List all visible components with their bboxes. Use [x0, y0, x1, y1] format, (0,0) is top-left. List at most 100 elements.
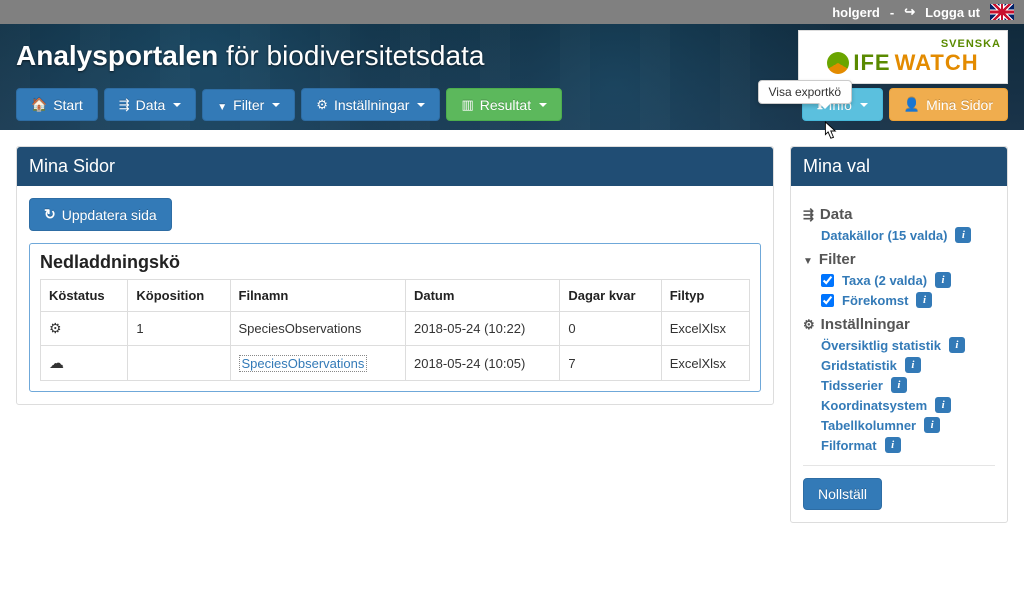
main-panel-body: Uppdatera sida Nedladdningskö Köstatus K… [17, 186, 773, 404]
list-item-label[interactable]: Tidsserier [821, 378, 883, 393]
list-item: Tidsserier i [821, 377, 995, 393]
queue-panel: Nedladdningskö Köstatus Köposition Filna… [29, 243, 761, 392]
sidebar: Mina val Data Datakällor (15 valda)i Fil… [790, 146, 1008, 535]
list-item: Översiktlig statistik i [821, 337, 995, 353]
info-badge-icon[interactable]: i [955, 227, 971, 243]
info-badge-icon[interactable]: i [916, 292, 932, 308]
cell-filename: SpeciesObservations [230, 346, 405, 381]
data-list: Datakällor (15 valda) i [803, 227, 995, 243]
info-badge-icon[interactable]: i [949, 337, 965, 353]
cogs-icon [803, 316, 815, 333]
section-filter: Filter [803, 251, 995, 268]
topbar: holgerd - Logga ut [0, 0, 1024, 24]
nav-start[interactable]: Start [16, 88, 98, 121]
section-data: Data [803, 206, 995, 223]
flag-icon-uk[interactable] [990, 4, 1014, 20]
list-item: Tabellkolumner i [821, 417, 995, 433]
list-item-label[interactable]: Tabellkolumner [821, 418, 916, 433]
section-data-label: Data [820, 206, 853, 223]
nav-result-label: Resultat [480, 97, 531, 113]
section-settings-label: Inställningar [821, 316, 910, 333]
list-item-label[interactable]: Datakällor (15 valda) [821, 228, 947, 243]
nav-filter-label: Filter [233, 97, 264, 113]
nav-result[interactable]: Resultat [446, 88, 562, 121]
list-item-label[interactable]: Översiktlig statistik [821, 338, 941, 353]
table-row: SpeciesObservations 2018-05-24 (10:05)7Ex… [41, 346, 750, 381]
nav-filter[interactable]: Filter [202, 89, 295, 121]
sitemap-icon [119, 96, 130, 113]
checkbox[interactable] [821, 294, 834, 307]
info-badge-icon[interactable]: i [905, 357, 921, 373]
gear-icon [49, 320, 62, 337]
list-item: Filformat i [821, 437, 995, 453]
filter-icon [803, 251, 813, 268]
caret-icon [417, 103, 425, 107]
cell-position [128, 346, 230, 381]
list-item: Gridstatistik i [821, 357, 995, 373]
refresh-icon [44, 206, 56, 223]
logo-swirl-icon [827, 52, 849, 74]
cell-filetype: ExcelXlsx [661, 346, 749, 381]
main-panel: Mina Sidor Uppdatera sida Nedladdningskö… [16, 146, 774, 405]
info-badge-icon[interactable]: i [885, 437, 901, 453]
filter-list: Taxa (2 valda) i Förekomst i [803, 272, 995, 308]
checkbox[interactable] [821, 274, 834, 287]
list-item-label[interactable]: Förekomst [842, 293, 908, 308]
nav-settings-label: Inställningar [334, 97, 410, 113]
queue-table: Köstatus Köposition Filnamn Datum Dagar … [40, 279, 750, 381]
tooltip-export-queue: Visa exportkö [758, 80, 853, 104]
caret-icon [173, 103, 181, 107]
nav-settings[interactable]: Inställningar [301, 88, 440, 121]
section-filter-label: Filter [819, 251, 856, 268]
nav-data-label: Data [136, 97, 166, 113]
reset-button[interactable]: Nollställ [803, 478, 882, 510]
logout-link[interactable]: Logga ut [925, 5, 980, 20]
main-column: Mina Sidor Uppdatera sida Nedladdningskö… [16, 146, 774, 535]
username: holgerd [832, 5, 880, 20]
cell-status [41, 346, 128, 381]
cell-filename: SpeciesObservations [230, 312, 405, 346]
col-status: Köstatus [41, 280, 128, 312]
cell-days: 7 [560, 346, 661, 381]
nav-mypages[interactable]: Mina Sidor [889, 88, 1008, 121]
main-panel-heading: Mina Sidor [17, 147, 773, 186]
info-badge-icon[interactable]: i [924, 417, 940, 433]
title-bold: Analysportalen [16, 40, 218, 71]
list-item: Koordinatsystem i [821, 397, 995, 413]
list-item-label[interactable]: Gridstatistik [821, 358, 897, 373]
separator [803, 465, 995, 466]
logo-svenska: SVENSKA [941, 38, 1001, 50]
logo-ife: IFE [853, 50, 890, 76]
content: Mina Sidor Uppdatera sida Nedladdningskö… [0, 130, 1024, 551]
main-nav: Start Data Filter Inställningar Resultat… [16, 88, 1008, 121]
caret-icon [860, 103, 868, 107]
list-item-label[interactable]: Koordinatsystem [821, 398, 927, 413]
col-position: Köposition [128, 280, 230, 312]
sidebar-body: Data Datakällor (15 valda) i Filter Taxa … [791, 186, 1007, 522]
sidebar-panel: Mina val Data Datakällor (15 valda)i Fil… [790, 146, 1008, 523]
reset-button-label: Nollställ [818, 486, 867, 502]
col-days: Dagar kvar [560, 280, 661, 312]
info-badge-icon[interactable]: i [935, 397, 951, 413]
banner: SVENSKA IFEWATCH Visa exportkö Analyspor… [0, 24, 1024, 130]
cell-date: 2018-05-24 (10:05) [405, 346, 559, 381]
list-item-label[interactable]: Filformat [821, 438, 877, 453]
caret-icon [539, 103, 547, 107]
list-item-label[interactable]: Taxa (2 valda) [842, 273, 927, 288]
nav-mypages-label: Mina Sidor [926, 97, 993, 113]
cell-filetype: ExcelXlsx [661, 312, 749, 346]
refresh-button[interactable]: Uppdatera sida [29, 198, 172, 231]
table-row: 1SpeciesObservations2018-05-24 (10:22)0E… [41, 312, 750, 346]
list-item: Datakällor (15 valda) i [821, 227, 995, 243]
cell-status [41, 312, 128, 346]
sitemap-icon [803, 206, 814, 223]
info-badge-icon[interactable]: i [891, 377, 907, 393]
queue-header-row: Köstatus Köposition Filnamn Datum Dagar … [41, 280, 750, 312]
nav-data[interactable]: Data [104, 88, 196, 121]
logo: SVENSKA IFEWATCH [798, 30, 1008, 84]
filename-link[interactable]: SpeciesObservations [239, 355, 368, 372]
list-item: Taxa (2 valda) i [821, 272, 995, 288]
title-rest: för biodiversitetsdata [218, 40, 484, 71]
info-badge-icon[interactable]: i [935, 272, 951, 288]
list-item: Förekomst i [821, 292, 995, 308]
